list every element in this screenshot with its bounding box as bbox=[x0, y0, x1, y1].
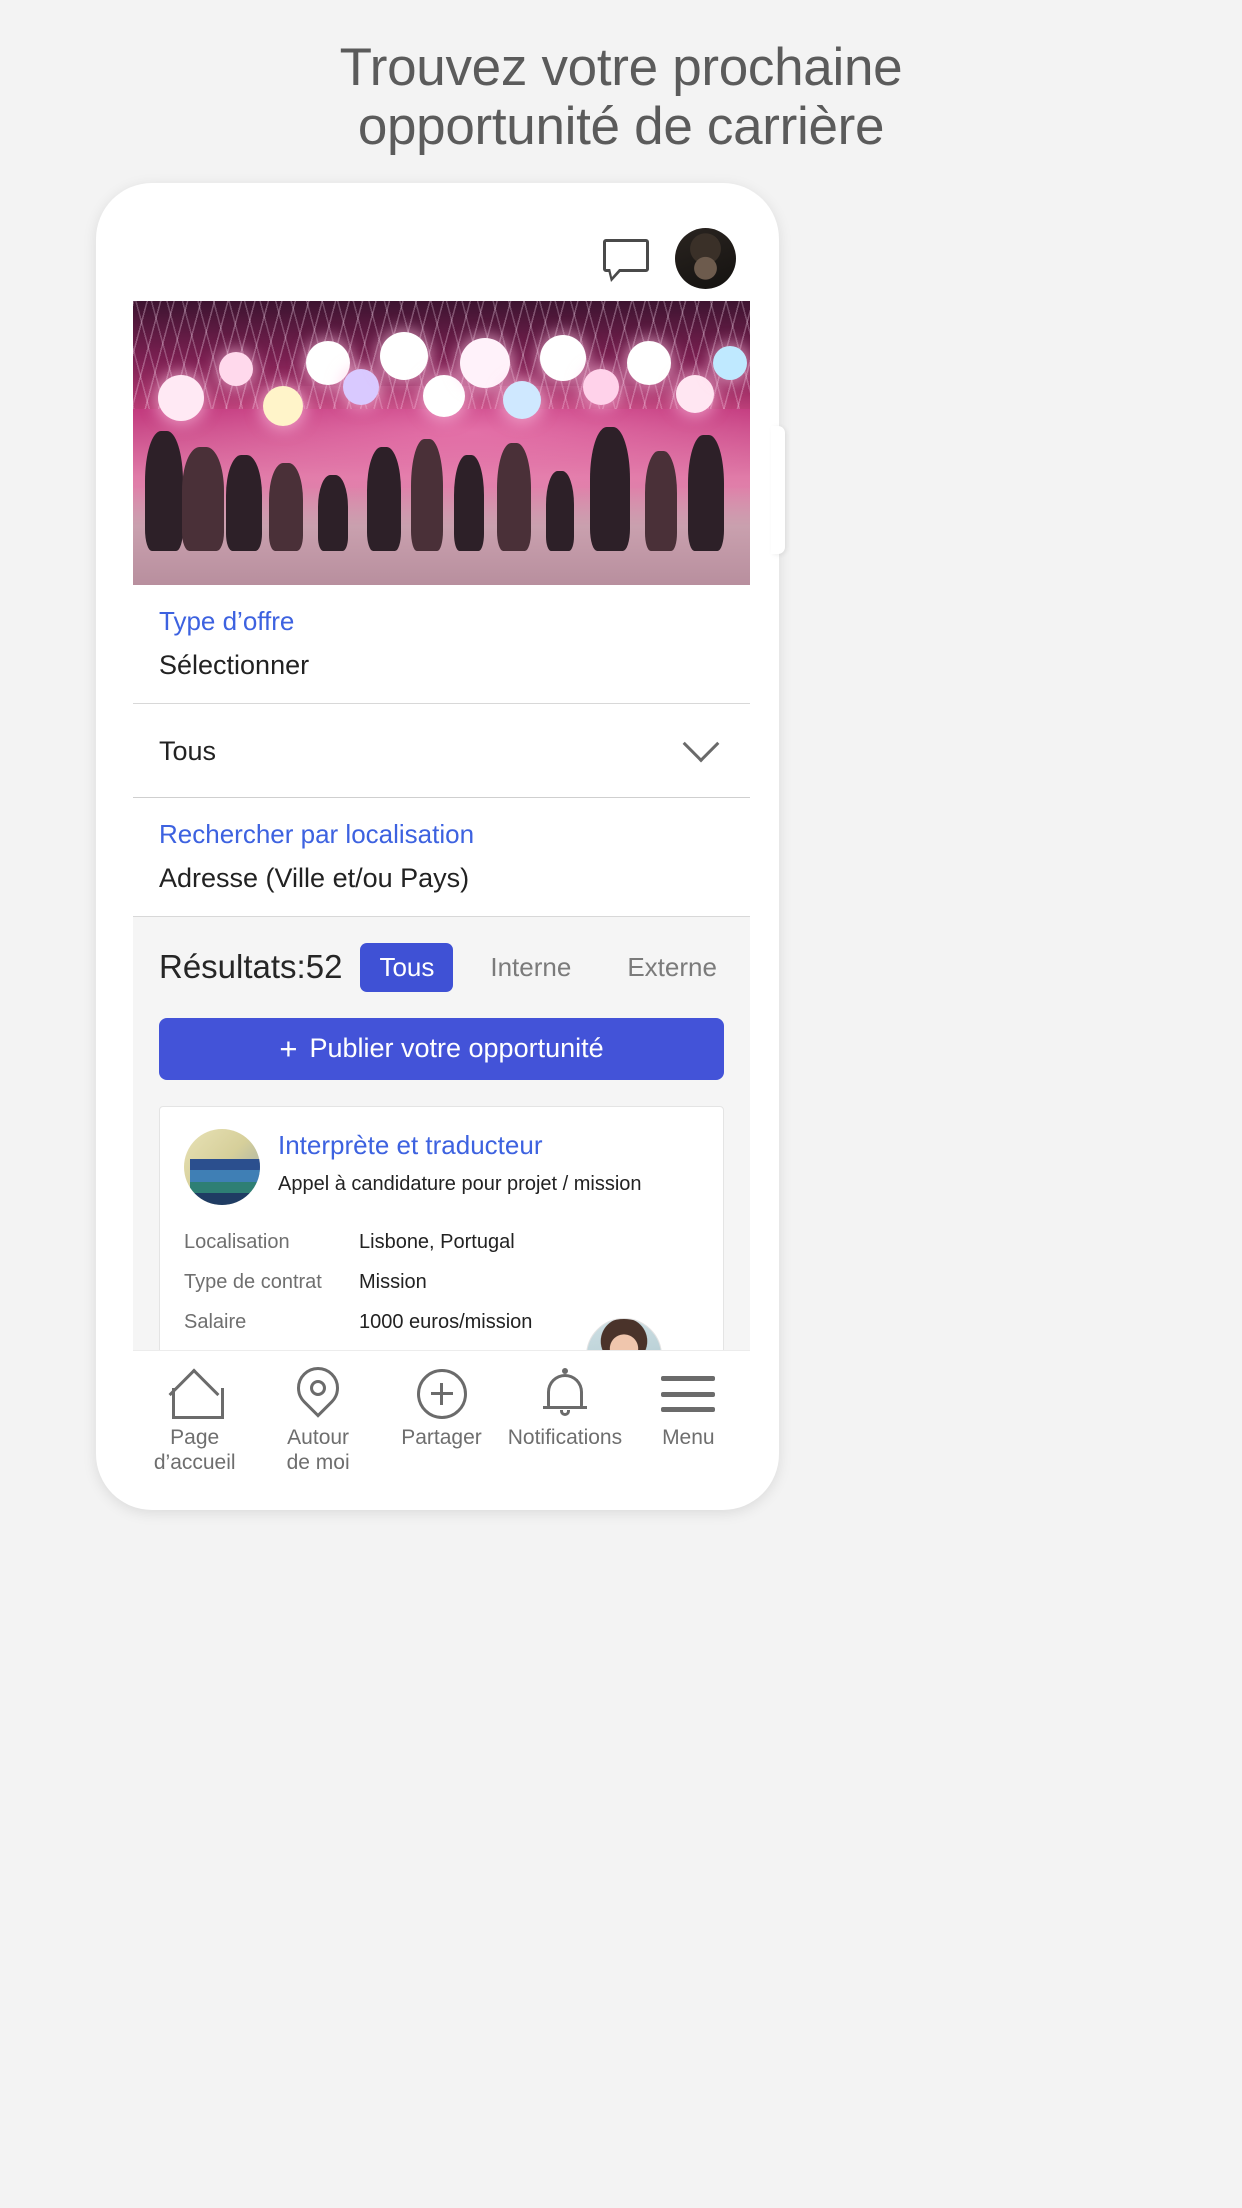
home-icon bbox=[133, 1365, 256, 1423]
location-field[interactable]: Rechercher par localisation Adresse (Vil… bbox=[133, 797, 750, 917]
hero-image bbox=[133, 301, 750, 585]
nav-label-line-2: de moi bbox=[286, 1451, 350, 1475]
nav-item-around-me[interactable]: Autour de moi bbox=[256, 1358, 379, 1475]
results-section: Résultats:52 Tous Interne Externe + Publ… bbox=[133, 916, 750, 1080]
nav-item-home[interactable]: Page d’accueil bbox=[133, 1365, 256, 1475]
results-count: Résultats:52 bbox=[159, 948, 343, 986]
detail-value: Mission bbox=[359, 1270, 427, 1293]
nav-label-line-1: Partager bbox=[401, 1426, 482, 1449]
nav-label-line-1: Menu bbox=[662, 1426, 715, 1449]
detail-row: Type de contrat Mission bbox=[184, 1271, 699, 1294]
detail-row: Localisation Lisbone, Portugal bbox=[184, 1231, 699, 1254]
location-placeholder: Adresse (Ville et/ou Pays) bbox=[159, 862, 470, 893]
nav-label: Partager bbox=[380, 1425, 503, 1450]
nav-label-line-1: Page bbox=[170, 1426, 220, 1449]
bell-icon bbox=[503, 1365, 626, 1423]
nav-label-line-1: Notifications bbox=[507, 1426, 623, 1449]
nav-label: Page d’accueil bbox=[133, 1425, 256, 1475]
detail-value: 1000 euros/mission bbox=[359, 1310, 533, 1333]
nav-item-notifications[interactable]: Notifications bbox=[503, 1365, 626, 1450]
plus-circle-icon bbox=[380, 1365, 503, 1423]
page-root: Trouvez votre prochaine opportunité de c… bbox=[0, 0, 1242, 2208]
offer-type-placeholder: Sélectionner bbox=[159, 649, 310, 680]
nav-label: Menu bbox=[627, 1425, 750, 1450]
tab-tous[interactable]: Tous bbox=[360, 942, 454, 992]
category-select[interactable]: Tous bbox=[133, 703, 750, 798]
nav-label: Autour de moi bbox=[256, 1425, 379, 1475]
nav-item-menu[interactable]: Menu bbox=[627, 1365, 750, 1450]
offer-type-label: Type d’offre bbox=[159, 606, 295, 636]
nav-label-line-2: d’accueil bbox=[153, 1451, 236, 1475]
job-subtitle: Appel à candidature pour projet / missio… bbox=[278, 1173, 642, 1196]
page-title: Trouvez votre prochaine opportunité de c… bbox=[0, 38, 1242, 157]
category-select-value: Tous bbox=[159, 735, 217, 766]
plus-icon: + bbox=[279, 1031, 298, 1067]
job-card-header: Interprète et traducteur Appel à candida… bbox=[184, 1128, 699, 1205]
publish-opportunity-button[interactable]: + Publier votre opportunité bbox=[159, 1017, 724, 1080]
location-label: Rechercher par localisation bbox=[159, 818, 475, 849]
detail-key: Localisation bbox=[184, 1230, 290, 1253]
hamburger-menu-icon bbox=[627, 1365, 750, 1423]
map-pin-icon bbox=[256, 1358, 379, 1423]
app-header bbox=[133, 216, 750, 301]
chat-bubble-icon[interactable] bbox=[603, 238, 649, 282]
bottom-navigation: Page d’accueil Autour de moi Partager No… bbox=[133, 1350, 750, 1496]
app-screen: Type d’offre Sélectionner Tous Recherche… bbox=[133, 216, 750, 1496]
detail-key: Salaire bbox=[184, 1310, 247, 1333]
detail-key: Type de contrat bbox=[184, 1270, 322, 1293]
books-thumbnail bbox=[184, 1128, 260, 1205]
results-row: Résultats:52 Tous Interne Externe bbox=[159, 942, 724, 992]
job-title[interactable]: Interprète et traducteur bbox=[278, 1129, 642, 1162]
detail-value: Lisbone, Portugal bbox=[359, 1230, 515, 1253]
nav-label-line-1: Autour bbox=[287, 1426, 350, 1449]
page-title-line-1: Trouvez votre prochaine bbox=[339, 38, 903, 97]
page-title-line-2: opportunité de carrière bbox=[357, 97, 885, 157]
tab-externe[interactable]: Externe bbox=[608, 943, 736, 992]
chevron-down-icon[interactable] bbox=[682, 725, 720, 763]
nav-item-share[interactable]: Partager bbox=[380, 1365, 503, 1450]
user-avatar[interactable] bbox=[675, 228, 736, 289]
phone-side-button bbox=[771, 426, 785, 554]
offer-type-field[interactable]: Type d’offre Sélectionner bbox=[133, 585, 750, 704]
tab-interne[interactable]: Interne bbox=[471, 943, 590, 992]
nav-label: Notifications bbox=[503, 1425, 626, 1450]
publish-button-label: Publier votre opportunité bbox=[309, 1033, 604, 1064]
